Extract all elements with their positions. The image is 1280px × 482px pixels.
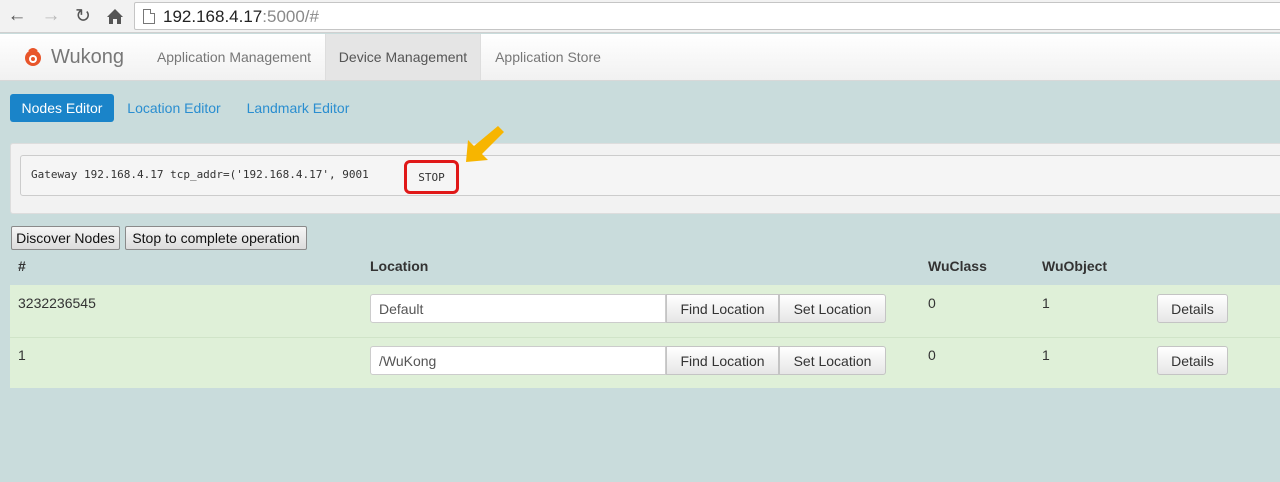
find-location-button[interactable]: Find Location bbox=[666, 346, 779, 375]
details-button[interactable]: Details bbox=[1157, 294, 1228, 323]
gateway-status-text: Gateway 192.168.4.17 tcp_addr=('192.168.… bbox=[31, 168, 369, 181]
tab-application-management[interactable]: Application Management bbox=[147, 34, 321, 80]
wukong-logo-icon bbox=[25, 48, 41, 66]
stop-button[interactable]: STOP bbox=[404, 160, 459, 194]
url-text: 192.168.4.17:5000/# bbox=[163, 7, 319, 26]
tab-location-editor[interactable]: Location Editor bbox=[119, 94, 229, 122]
wuobject-count: 1 bbox=[1042, 295, 1050, 311]
tab-nodes-editor[interactable]: Nodes Editor bbox=[10, 94, 114, 122]
app-navbar: Wukong Application Management Device Man… bbox=[0, 34, 1280, 81]
reload-icon[interactable]: ↻ bbox=[72, 5, 94, 27]
discover-nodes-button[interactable]: Discover Nodes bbox=[11, 226, 120, 250]
location-input[interactable]: /WuKong bbox=[370, 346, 666, 375]
pointer-arrow-icon bbox=[466, 126, 504, 162]
header-location: Location bbox=[370, 258, 429, 274]
brand[interactable]: Wukong bbox=[18, 36, 136, 78]
tab-landmark-editor[interactable]: Landmark Editor bbox=[238, 94, 358, 122]
back-icon[interactable]: ← bbox=[6, 5, 28, 27]
details-button[interactable]: Details bbox=[1157, 346, 1228, 375]
header-wuclass: WuClass bbox=[928, 258, 987, 274]
browser-toolbar: ← → ↻ 192.168.4.17:5000/# bbox=[0, 0, 1280, 33]
node-id: 3232236545 bbox=[18, 295, 96, 311]
tab-application-store[interactable]: Application Store bbox=[484, 34, 612, 80]
home-icon[interactable] bbox=[104, 5, 126, 27]
location-input[interactable]: Default bbox=[370, 294, 666, 323]
stop-complete-button[interactable]: Stop to complete operation bbox=[125, 226, 307, 250]
brand-name: Wukong bbox=[51, 45, 125, 68]
address-bar[interactable]: 192.168.4.17:5000/# bbox=[134, 2, 1280, 30]
header-id: # bbox=[18, 258, 26, 274]
forward-icon[interactable]: → bbox=[40, 5, 62, 27]
find-location-button[interactable]: Find Location bbox=[666, 294, 779, 323]
set-location-button[interactable]: Set Location bbox=[779, 294, 886, 323]
node-id: 1 bbox=[18, 347, 26, 363]
page-icon bbox=[143, 9, 155, 24]
header-wuobject: WuObject bbox=[1042, 258, 1108, 274]
set-location-button[interactable]: Set Location bbox=[779, 346, 886, 375]
wuobject-count: 1 bbox=[1042, 347, 1050, 363]
wuclass-count: 0 bbox=[928, 347, 936, 363]
tab-device-management[interactable]: Device Management bbox=[325, 34, 481, 80]
wuclass-count: 0 bbox=[928, 295, 936, 311]
